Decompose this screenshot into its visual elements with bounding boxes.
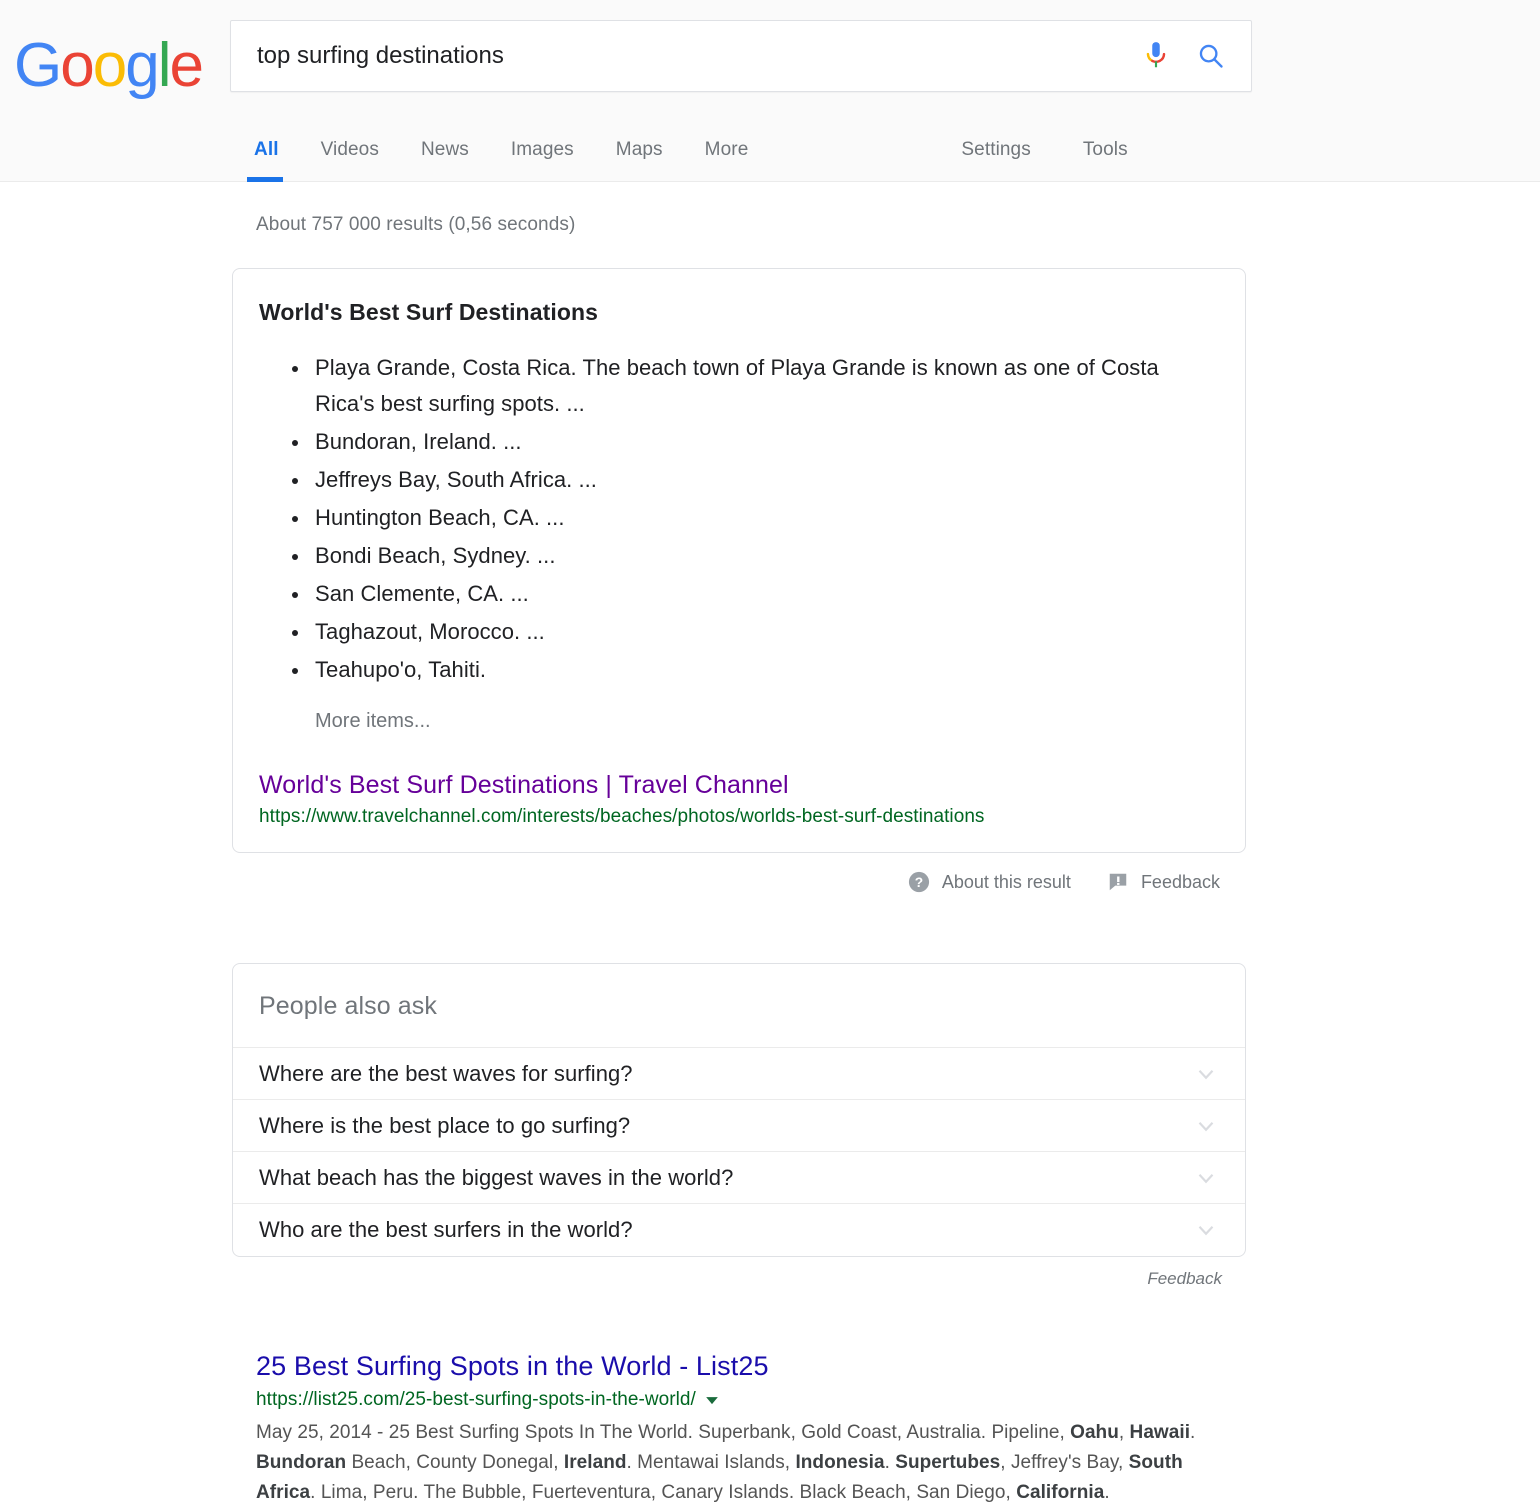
about-this-result-button[interactable]: ? About this result (908, 871, 1071, 893)
organic-result-url-line: https://list25.com/25-best-surfing-spots… (256, 1389, 1242, 1411)
about-result-row: ? About this result Feedback (232, 871, 1246, 893)
about-this-result-label: About this result (941, 871, 1071, 892)
tab-more[interactable]: More (684, 119, 770, 181)
tab-videos[interactable]: Videos (300, 119, 400, 181)
svg-text:Google: Google (14, 34, 202, 100)
paa-feedback-link[interactable]: Feedback (232, 1269, 1246, 1289)
svg-text:?: ? (915, 875, 923, 890)
chevron-down-icon[interactable] (1193, 1113, 1219, 1139)
search-input[interactable] (231, 21, 1143, 91)
list-item: Bondi Beach, Sydney. ... (259, 538, 1219, 574)
featured-snippet-source-title[interactable]: World's Best Surf Destinations | Travel … (259, 771, 789, 800)
list-item: Playa Grande, Costa Rica. The beach town… (259, 350, 1219, 422)
header-top-row: Google (0, 0, 1540, 100)
paa-row[interactable]: What beach has the biggest waves in the … (233, 1152, 1245, 1204)
search-box-actions (1143, 41, 1251, 71)
nav-tabs: All Videos News Images Maps More (230, 119, 770, 182)
search-header: Google top surfing destinations All Vide… (0, 0, 1540, 182)
search-results-main: About 757 000 results (0,56 seconds) Wor… (0, 182, 1540, 1508)
featured-snippet-title: World's Best Surf Destinations (259, 299, 599, 325)
caret-down-icon[interactable] (705, 1393, 719, 1407)
tab-news[interactable]: News (400, 119, 490, 181)
help-circle-icon: ? (908, 871, 930, 893)
feedback-button[interactable]: Feedback (1107, 871, 1220, 893)
paa-row[interactable]: Who are the best surfers in the world? (233, 1204, 1245, 1256)
people-also-ask-card: People also ask Where are the best waves… (232, 963, 1246, 1257)
paa-question: Where are the best waves for surfing? (259, 1060, 633, 1086)
paa-row[interactable]: Where are the best waves for surfing? (233, 1048, 1245, 1100)
list-item: Jeffreys Bay, South Africa. ... (259, 462, 1219, 498)
feedback-flag-icon (1107, 871, 1129, 893)
search-icon[interactable] (1197, 42, 1225, 70)
microphone-icon[interactable] (1143, 41, 1169, 71)
featured-snippet-source-url: https://www.travelchannel.com/interests/… (259, 806, 985, 827)
list-item: Teahupo'o, Tahiti. (259, 652, 1219, 688)
list-item: Taghazout, Morocco. ... (259, 614, 1219, 650)
list-item: Huntington Beach, CA. ... (259, 500, 1219, 536)
more-items-link[interactable]: More items... (259, 710, 1219, 733)
paa-question: Where is the best place to go surfing? (259, 1112, 631, 1138)
organic-result-title[interactable]: 25 Best Surfing Spots in the World - Lis… (256, 1351, 769, 1382)
featured-snippet-source: World's Best Surf Destinations | Travel … (259, 771, 1219, 828)
paa-row[interactable]: Where is the best place to go surfing? (233, 1100, 1245, 1152)
google-logo[interactable]: Google (0, 20, 230, 100)
tab-all[interactable]: All (230, 119, 300, 182)
tools-button[interactable]: Tools (1057, 119, 1154, 181)
people-also-ask-header: People also ask (233, 964, 1245, 1048)
organic-result-url: https://list25.com/25-best-surfing-spots… (256, 1389, 696, 1410)
paa-question: Who are the best surfers in the world? (259, 1217, 633, 1242)
organic-result-snippet: May 25, 2014 - 25 Best Surfing Spots In … (256, 1422, 1196, 1503)
settings-button[interactable]: Settings (937, 119, 1056, 181)
paa-question: What beach has the biggest waves in the … (259, 1164, 734, 1190)
list-item: San Clemente, CA. ... (259, 576, 1219, 612)
search-nav: All Videos News Images Maps More Setting… (0, 119, 1540, 182)
chevron-down-icon[interactable] (1193, 1217, 1219, 1243)
list-item: Bundoran, Ireland. ... (259, 424, 1219, 460)
feedback-label: Feedback (1140, 871, 1220, 892)
chevron-down-icon[interactable] (1193, 1165, 1219, 1191)
featured-snippet-card: World's Best Surf Destinations Playa Gra… (232, 268, 1246, 853)
result-stats: About 757 000 results (0,56 seconds) (256, 214, 576, 235)
organic-result: 25 Best Surfing Spots in the World - Lis… (232, 1351, 1242, 1508)
search-box[interactable] (230, 20, 1252, 92)
tab-maps[interactable]: Maps (595, 119, 684, 181)
chevron-down-icon[interactable] (1193, 1061, 1219, 1087)
featured-snippet-list: Playa Grande, Costa Rica. The beach town… (259, 350, 1219, 688)
nav-tools: Settings Tools (937, 119, 1153, 181)
tab-images[interactable]: Images (490, 119, 595, 181)
